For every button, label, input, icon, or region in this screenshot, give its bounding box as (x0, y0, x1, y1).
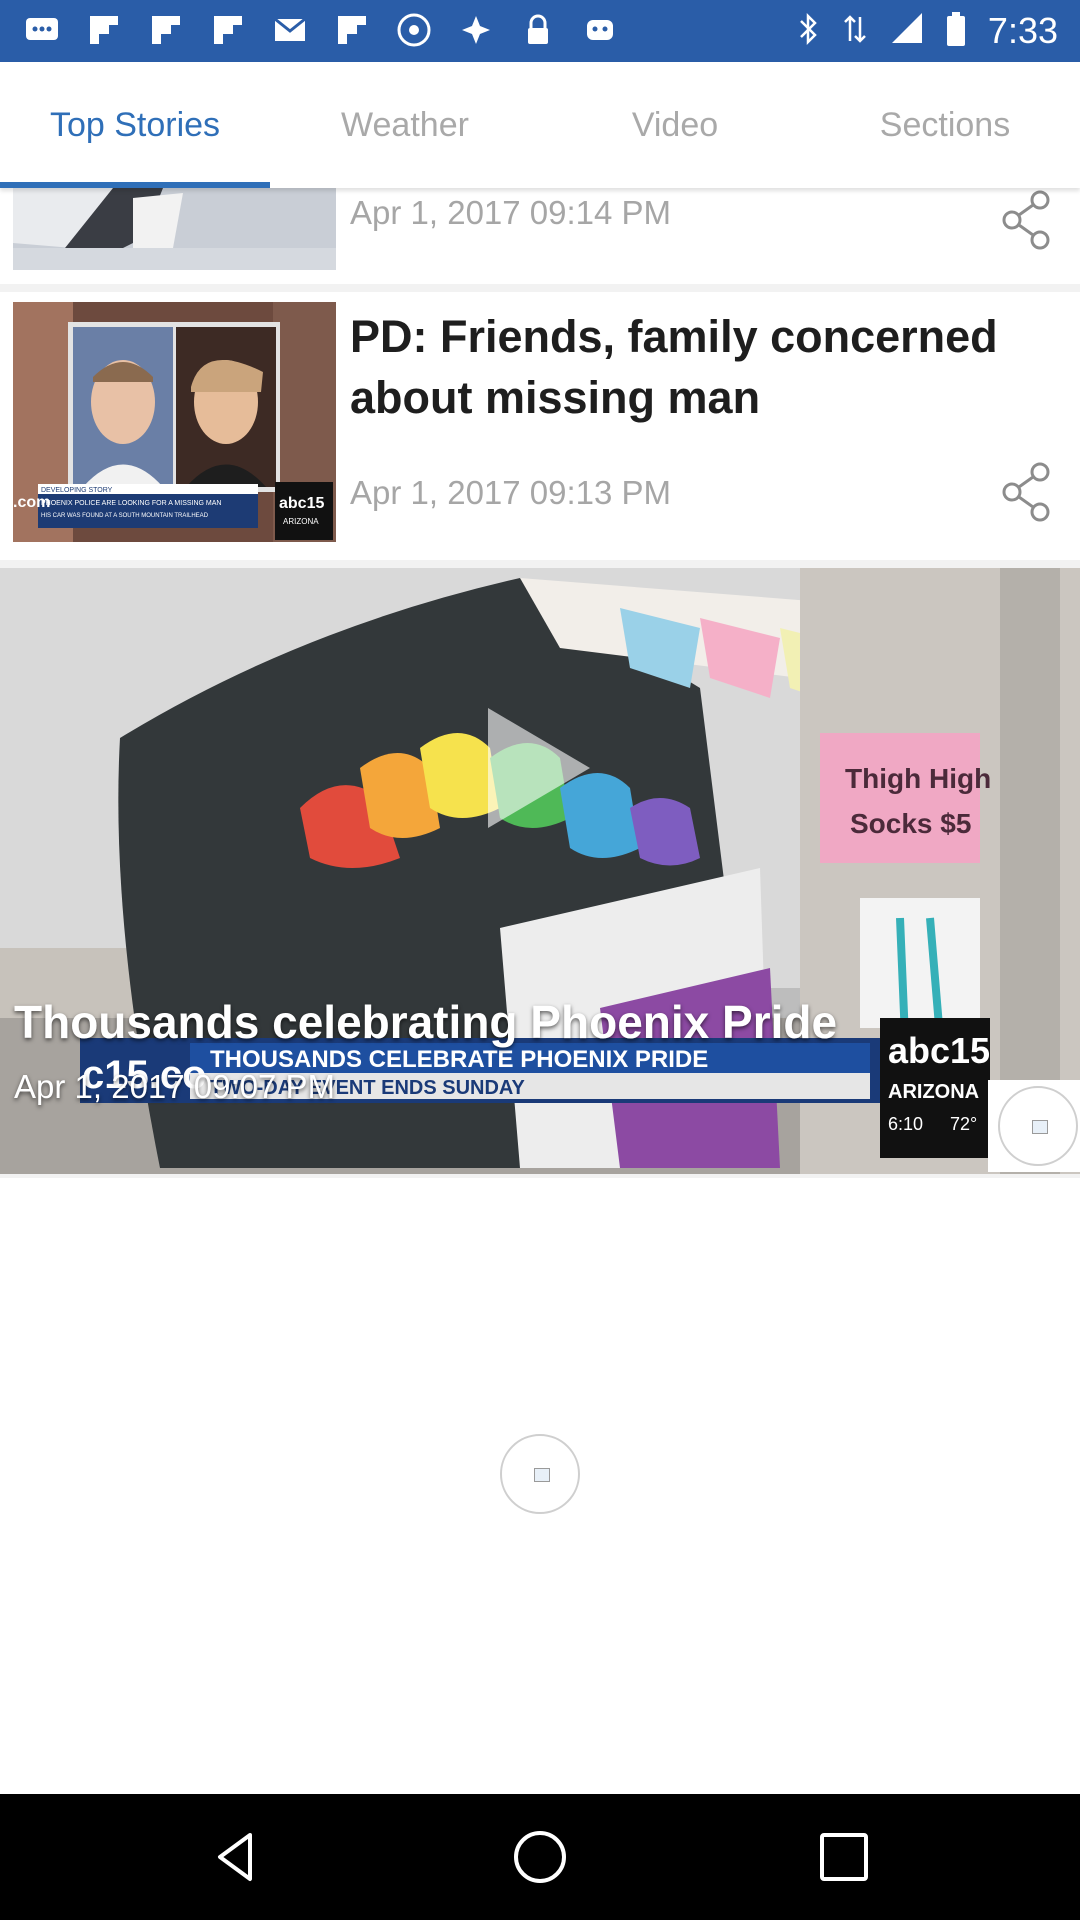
story-date: Apr 1, 2017 09:13 PM (350, 474, 672, 511)
messages-icon (24, 12, 60, 48)
thumb-logo-sub: ARIZONA (283, 517, 319, 526)
notification-icons (24, 12, 618, 48)
battery-icon (946, 11, 966, 52)
story-headline[interactable]: PD: Friends, family concerned about miss… (350, 306, 1065, 428)
navigation-bar (0, 1794, 1080, 1920)
flipboard-icon (148, 12, 184, 48)
thumb-banner-main: PHOENIX POLICE ARE LOOKING FOR A MISSING… (41, 500, 222, 507)
story-thumbnail[interactable] (13, 188, 336, 270)
back-icon[interactable] (206, 1827, 266, 1887)
thumb-site: .com (13, 494, 50, 511)
tab-video[interactable]: Video (540, 62, 810, 188)
sign-text: Socks $5 (850, 808, 971, 839)
tab-top-stories[interactable]: Top Stories (0, 62, 270, 188)
tab-sections[interactable]: Sections (810, 62, 1080, 188)
tab-bar: Top Stories Weather Video Sections (0, 62, 1080, 188)
channel-logo-sub: ARIZONA (888, 1081, 979, 1103)
channel-temp: 72° (950, 1114, 977, 1134)
status-bar: 7:33 (0, 0, 1080, 62)
lock-icon (520, 12, 556, 48)
fake-gps-icon (458, 12, 494, 48)
thumb-logo: abc15 (279, 495, 324, 512)
recents-icon[interactable] (814, 1827, 874, 1887)
story-card[interactable]: Apr 1, 2017 09:14 PM (0, 188, 1080, 284)
channel-logo: abc15 (888, 1030, 990, 1071)
data-icon (842, 11, 868, 52)
story-card[interactable]: DEVELOPING STORY PHOENIX POLICE ARE LOOK… (0, 292, 1080, 560)
video-date: Apr 1, 2017 09:07 PM (14, 1068, 336, 1105)
thumb-banner-top: DEVELOPING STORY (41, 487, 113, 494)
home-icon[interactable] (510, 1827, 570, 1887)
disc-icon (396, 12, 432, 48)
thumb-banner-sub: HIS CAR WAS FOUND AT A SOUTH MOUNTAIN TR… (41, 513, 209, 519)
loading-area (0, 1178, 1080, 1788)
android-icon (582, 12, 618, 48)
active-tab-indicator (0, 182, 270, 188)
story-thumbnail[interactable]: DEVELOPING STORY PHOENIX POLICE ARE LOOK… (13, 302, 336, 542)
share-icon[interactable] (994, 460, 1058, 524)
video-title[interactable]: Thousands celebrating Phoenix Pride (14, 995, 837, 1049)
share-icon[interactable] (994, 188, 1058, 252)
clock: 7:33 (987, 10, 1058, 51)
story-feed[interactable]: Apr 1, 2017 09:14 PM DEVELOPING STORY PH… (0, 188, 1080, 1788)
system-icons: 7:33 (796, 10, 1058, 52)
gmail-icon (272, 12, 308, 48)
broken-image-icon (500, 1434, 580, 1514)
story-date: Apr 1, 2017 09:14 PM (350, 194, 672, 231)
flipboard-icon (86, 12, 122, 48)
flipboard-icon (334, 12, 370, 48)
channel-clock: 6:10 (888, 1114, 923, 1134)
bluetooth-icon (796, 11, 820, 52)
tab-weather[interactable]: Weather (270, 62, 540, 188)
flipboard-icon (210, 12, 246, 48)
side-image-placeholder[interactable] (988, 1080, 1080, 1172)
broken-image-icon (998, 1086, 1078, 1166)
signal-icon (890, 11, 924, 52)
sign-text: Thigh High (845, 763, 991, 794)
video-story-card[interactable]: Thigh High Socks $5 THOUSANDS CELEBRATE … (0, 568, 1080, 1174)
